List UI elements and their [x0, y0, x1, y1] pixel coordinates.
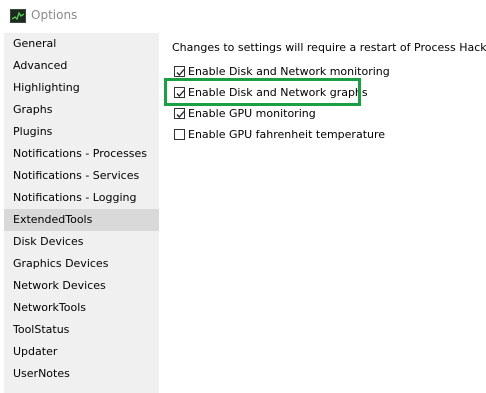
sidebar: General Advanced Highlighting Graphs Plu…	[4, 33, 159, 393]
sidebar-item-usernotes[interactable]: UserNotes	[4, 363, 159, 385]
gpu-fahrenheit-checkbox[interactable]	[174, 129, 185, 140]
sidebar-item-graphs[interactable]: Graphs	[4, 99, 159, 121]
disk-network-monitoring-label: Enable Disk and Network monitoring	[188, 65, 390, 78]
sidebar-item-updater[interactable]: Updater	[4, 341, 159, 363]
sidebar-item-plugins[interactable]: Plugins	[4, 121, 159, 143]
highlight-box	[164, 78, 361, 106]
process-hacker-icon	[10, 9, 26, 23]
gpu-monitoring-checkbox[interactable]	[174, 108, 185, 119]
sidebar-item-graphics-devices[interactable]: Graphics Devices	[4, 253, 159, 275]
sidebar-item-notifications-services[interactable]: Notifications - Services	[4, 165, 159, 187]
sidebar-item-extendedtools[interactable]: ExtendedTools	[4, 209, 159, 231]
sidebar-item-networktools[interactable]: NetworkTools	[4, 297, 159, 319]
window-title: Options	[31, 8, 78, 22]
sidebar-item-network-devices[interactable]: Network Devices	[4, 275, 159, 297]
sidebar-item-toolstatus[interactable]: ToolStatus	[4, 319, 159, 341]
sidebar-item-general[interactable]: General	[4, 33, 159, 55]
restart-notice: Changes to settings will require a resta…	[172, 41, 486, 54]
sidebar-item-advanced[interactable]: Advanced	[4, 55, 159, 77]
sidebar-item-highlighting[interactable]: Highlighting	[4, 77, 159, 99]
sidebar-item-notifications-logging[interactable]: Notifications - Logging	[4, 187, 159, 209]
gpu-fahrenheit-label: Enable GPU fahrenheit temperature	[188, 128, 386, 141]
disk-network-monitoring-checkbox[interactable]	[174, 66, 185, 77]
gpu-monitoring-label: Enable GPU monitoring	[188, 107, 316, 120]
sidebar-item-notifications-processes[interactable]: Notifications - Processes	[4, 143, 159, 165]
sidebar-item-disk-devices[interactable]: Disk Devices	[4, 231, 159, 253]
title-bar: Options	[0, 0, 486, 32]
